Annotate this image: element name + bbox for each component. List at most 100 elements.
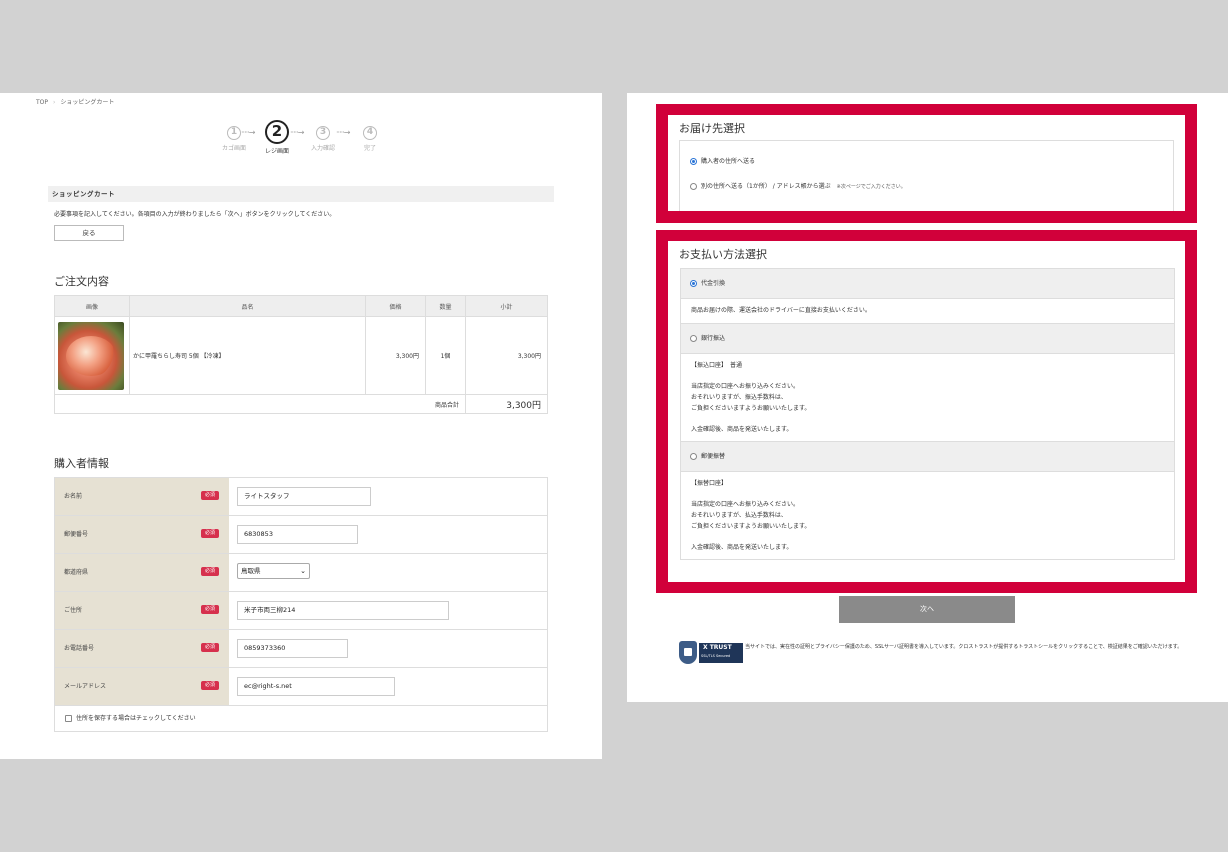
back-button[interactable]: 戻る	[54, 225, 124, 241]
checkout-steps: 1 カゴ画面 ·····→ 2 レジ画面 ·····→ 3 入力確認 ·····…	[214, 120, 384, 166]
payment-option-cod[interactable]: 代金引換	[681, 269, 1174, 299]
payment-desc-cod: 商品お届けの際、運送会社のドライバーに直接お支払いください。	[681, 299, 1174, 324]
required-badge: 必須	[200, 643, 219, 652]
table-row: かに甲羅ちらし寿司 5個 【冷凍】 3,300円 1個 3,300円	[54, 316, 548, 395]
prefecture-label: 都道府県	[64, 569, 89, 576]
payment-desc-postal: 【振替口座】 当店指定の口座へお振り込みください。 おそれいりますが、払込手数料…	[681, 472, 1174, 559]
delivery-radio-other[interactable]	[690, 183, 697, 190]
next-button[interactable]: 次へ	[839, 596, 1015, 623]
step-number: 1	[227, 126, 241, 140]
payment-desc-line: 商品お届けの際、運送会社のドライバーに直接お支払いください。	[691, 307, 871, 314]
product-image	[58, 321, 124, 390]
delivery-options: 購入者の住所へ送る 別の住所へ送る（1か所） / アドレス帳から選ぶ ※次ページで…	[679, 140, 1174, 211]
cart-section-heading: ショッピングカート	[48, 186, 554, 202]
col-qty: 数量	[425, 295, 466, 317]
name-label: お名前	[64, 493, 83, 500]
total-row: 商品合計 3,300円	[54, 394, 548, 414]
breadcrumb: TOP › ショッピングカート	[36, 97, 114, 106]
delivery-radio-buyer[interactable]	[690, 158, 697, 165]
payment-radio-cod[interactable]	[690, 280, 697, 287]
required-badge: 必須	[200, 567, 219, 576]
phone-label: お電話番号	[64, 645, 95, 652]
payment-desc-line: おそれいりますが、振込手数料は、	[691, 394, 787, 401]
product-subtotal: 3,300円	[465, 316, 548, 395]
payment-option-label: 代金引換	[701, 280, 726, 287]
phone-field[interactable]: 0859373360	[237, 639, 348, 658]
payment-methods: 代金引換 商品お届けの際、運送会社のドライバーに直接お支払いください。 銀行振込…	[680, 268, 1175, 560]
required-badge: 必須	[200, 529, 219, 538]
save-address-label: 住所を保存する場合はチェックしてください	[76, 715, 196, 722]
col-subtotal: 小計	[465, 295, 548, 317]
delivery-section: お届け先選択 購入者の住所へ送る 別の住所へ送る（1か所） / アドレス帳から選…	[668, 115, 1185, 211]
delivery-highlight-frame: お届け先選択 購入者の住所へ送る 別の住所へ送る（1か所） / アドレス帳から選…	[656, 104, 1197, 223]
payment-desc-line: 【振替口座】	[691, 480, 728, 487]
payment-desc-line: おそれいりますが、払込手数料は、	[691, 512, 787, 519]
breadcrumb-separator: ›	[53, 99, 56, 106]
required-badge: 必須	[200, 491, 219, 500]
delivery-option-other-label: 別の住所へ送る（1か所） / アドレス帳から選ぶ	[701, 183, 831, 190]
breadcrumb-home[interactable]: TOP	[36, 99, 48, 106]
order-heading: ご注文内容	[54, 275, 109, 288]
product-image-cell	[54, 316, 130, 395]
payment-option-bank[interactable]: 銀行振込	[681, 324, 1174, 354]
trust-seal[interactable]: X TRUST SSL/TLS Secured	[679, 641, 743, 664]
delivery-heading: お届け先選択	[679, 122, 745, 135]
step-number: 4	[363, 126, 377, 140]
delivery-option-note: ※次ページでご入力ください。	[836, 184, 906, 190]
checkout-page-right: お届け先選択 購入者の住所へ送る 別の住所へ送る（1か所） / アドレス帳から選…	[627, 93, 1228, 702]
address-field[interactable]: 米子市両三柳214	[237, 601, 449, 620]
payment-option-label: 郵便振替	[701, 453, 726, 460]
product-name: かに甲羅ちらし寿司 5個 【冷凍】	[129, 316, 366, 395]
breadcrumb-current: ショッピングカート	[60, 99, 115, 106]
col-price: 価格	[365, 295, 426, 317]
address-label: ご住所	[64, 607, 83, 614]
required-badge: 必須	[200, 681, 219, 690]
email-label: メールアドレス	[64, 683, 107, 690]
lock-shield-icon	[679, 641, 697, 664]
cart-notice: 必要事項を記入してください。各項目の入力が終わりましたら「次へ」ボタンをクリック…	[54, 211, 336, 218]
payment-desc-line: 入金確認後、商品を発送いたします。	[691, 544, 793, 551]
prefecture-select[interactable]: 鳥取県 ⌄	[237, 563, 310, 579]
email-row: メールアドレス 必須 ec@right-s.net	[55, 668, 547, 706]
product-qty: 1個	[425, 316, 466, 395]
step-label: レジ画面	[264, 148, 289, 155]
name-row: お名前 必須 ライトスタッフ	[55, 478, 547, 516]
payment-desc-line: 【振込口座】 普通	[691, 362, 743, 369]
total-label: 商品合計	[54, 394, 466, 414]
step-number: 2	[265, 120, 289, 144]
buyer-form: お名前 必須 ライトスタッフ 郵便番号 必須 6830853 都道府県 必須 鳥取県 ⌄…	[54, 477, 548, 732]
step-label: 入力確認	[310, 145, 335, 152]
save-address-row[interactable]: 住所を保存する場合はチェックしてください	[55, 706, 547, 731]
save-address-checkbox[interactable]	[65, 715, 72, 722]
postal-label: 郵便番号	[64, 531, 89, 538]
step-complete: 4 完了	[350, 126, 390, 152]
prefecture-value: 鳥取県	[241, 567, 261, 575]
step-arrow-icon: ·····→	[336, 128, 350, 137]
step-label: 完了	[363, 145, 376, 152]
step-number: 3	[316, 126, 330, 140]
delivery-option-buyer[interactable]: 購入者の住所へ送る	[690, 156, 755, 165]
phone-row: お電話番号 必須 0859373360	[55, 630, 547, 668]
payment-radio-bank[interactable]	[690, 335, 697, 342]
payment-desc-line: 入金確認後、商品を発送いたします。	[691, 426, 793, 433]
trust-description: 当サイトでは、実在性の証明とプライバシー保護のため、SSLサーバ証明書を導入して…	[745, 644, 1183, 650]
step-arrow-icon: ·····→	[241, 128, 255, 137]
payment-desc-line: ご負担くださいますようお願いいたします。	[691, 405, 811, 412]
trust-logo-sub: SSL/TLS Secured	[701, 654, 731, 658]
payment-radio-postal[interactable]	[690, 453, 697, 460]
step-arrow-icon: ·····→	[290, 128, 304, 137]
payment-section: お支払い方法選択 代金引換 商品お届けの際、運送会社のドライバーに直接お支払いく…	[668, 241, 1185, 582]
payment-heading: お支払い方法選択	[679, 248, 767, 261]
prefecture-row: 都道府県 必須 鳥取県 ⌄	[55, 554, 547, 592]
email-field[interactable]: ec@right-s.net	[237, 677, 395, 696]
payment-desc-line: 当店指定の口座へお振り込みください。	[691, 501, 800, 508]
chevron-down-icon: ⌄	[300, 567, 306, 575]
postal-code-field[interactable]: 6830853	[237, 525, 358, 544]
postal-row: 郵便番号 必須 6830853	[55, 516, 547, 554]
trust-logo-name: X TRUST	[703, 644, 732, 651]
col-image: 画像	[54, 295, 130, 317]
delivery-option-buyer-label: 購入者の住所へ送る	[701, 158, 756, 165]
name-field[interactable]: ライトスタッフ	[237, 487, 371, 506]
payment-option-postal[interactable]: 郵便振替	[681, 442, 1174, 472]
delivery-option-other[interactable]: 別の住所へ送る（1か所） / アドレス帳から選ぶ ※次ページでご入力ください。	[690, 181, 906, 190]
